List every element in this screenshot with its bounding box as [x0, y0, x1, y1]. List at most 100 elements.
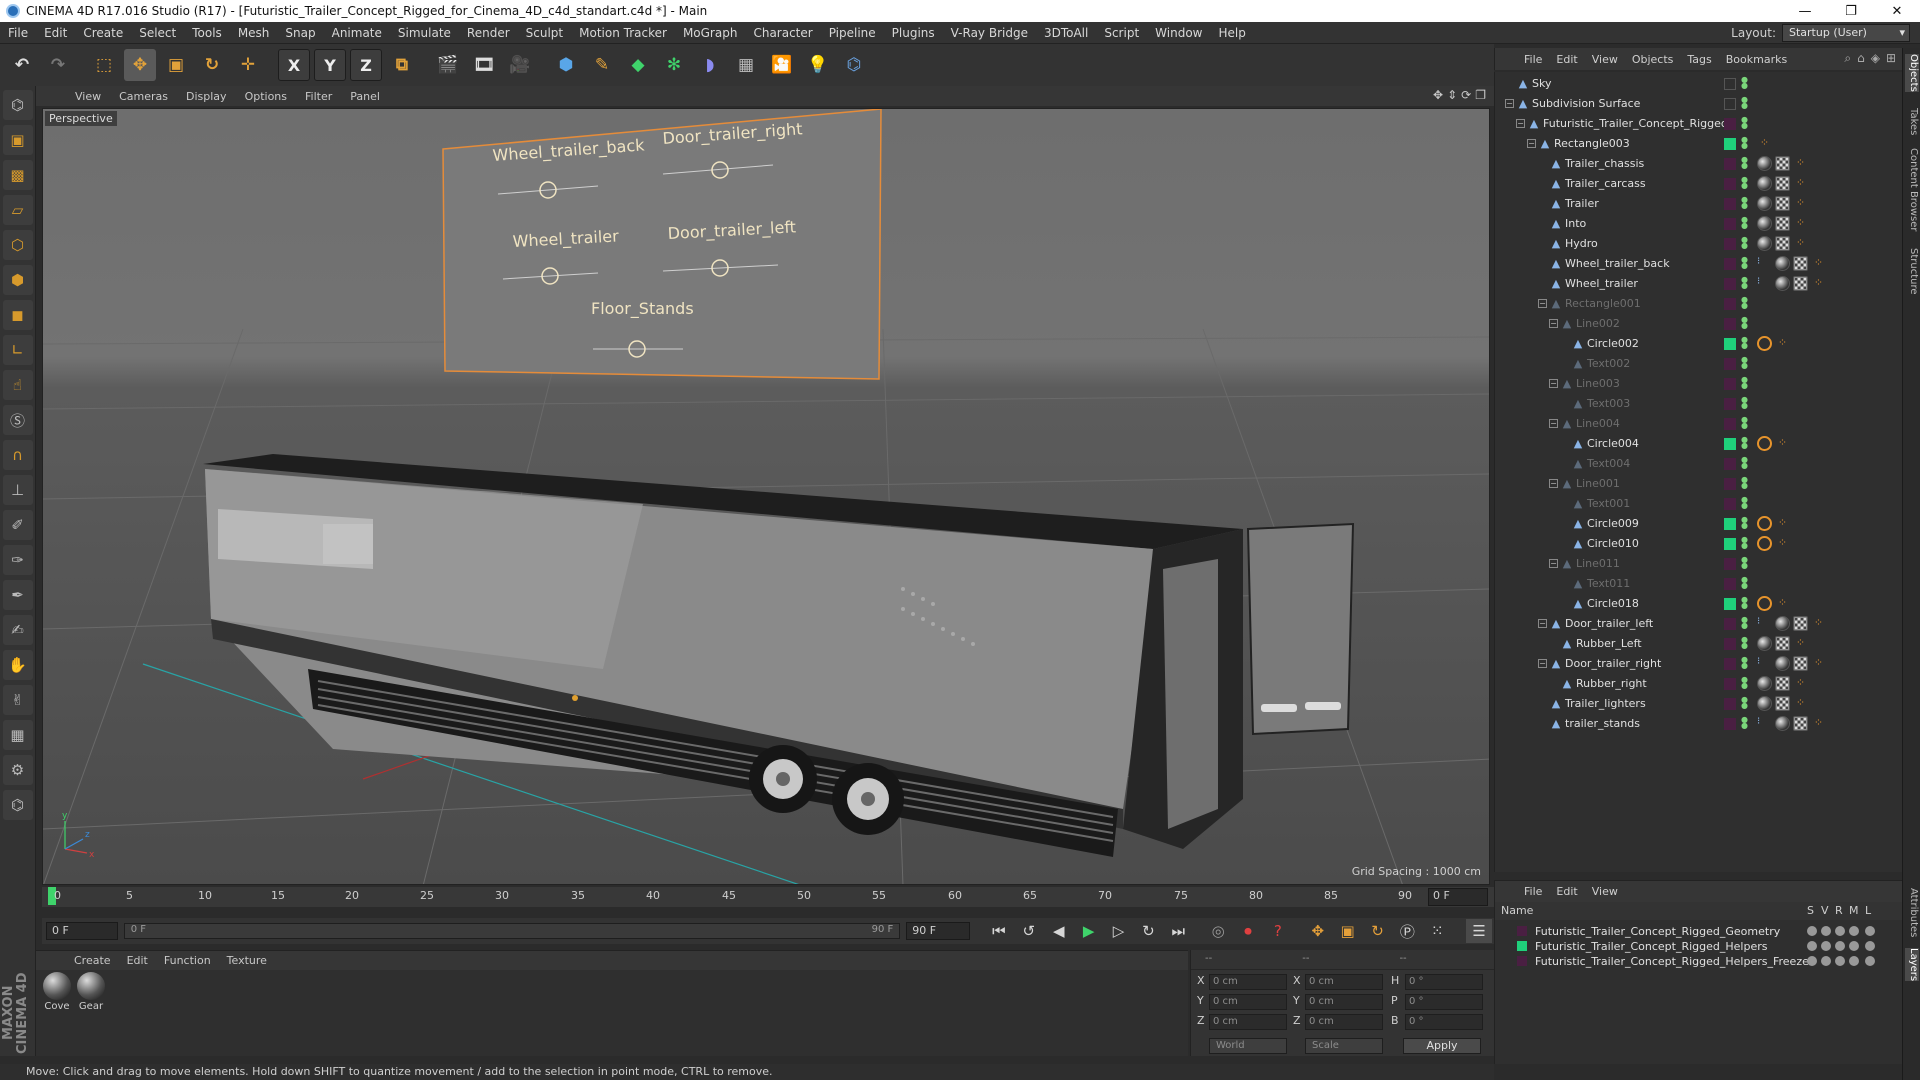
visibility-dots-icon[interactable]: ● ●	[1741, 356, 1748, 370]
axis-mode-icon[interactable]: ∟	[2, 335, 33, 365]
xpresso-tag-icon[interactable]: ⁘	[1793, 636, 1808, 651]
collapse-toggle[interactable]: −	[1549, 479, 1558, 488]
layer-solo-icon[interactable]	[1807, 926, 1817, 936]
object-row[interactable]: − ▲ Line011 ● ●	[1495, 554, 1902, 574]
layer-visible-icon[interactable]	[1821, 941, 1831, 951]
layer-lock-icon[interactable]	[1865, 941, 1875, 951]
menu-sculpt[interactable]: Sculpt	[518, 26, 571, 40]
visibility-dots-icon[interactable]: ● ●	[1741, 576, 1748, 590]
floor-icon[interactable]: ▦	[730, 49, 762, 81]
protection-tag-icon[interactable]	[1757, 436, 1772, 451]
material-tag-icon[interactable]	[1757, 636, 1772, 651]
texture-tag-icon[interactable]	[1775, 196, 1790, 211]
preview-range-slider[interactable]: 0 F 90 F	[123, 923, 901, 939]
material-tag-icon[interactable]	[1757, 176, 1772, 191]
edges-mode-icon[interactable]: ⬢	[2, 265, 33, 295]
layer-color-swatch[interactable]	[1724, 518, 1736, 530]
tab-takes[interactable]: Takes	[1905, 108, 1919, 135]
home-icon[interactable]: ⌂	[1857, 51, 1865, 66]
coordinate-space-dropdown[interactable]: World	[1209, 1038, 1287, 1054]
visibility-dots-icon[interactable]: ● ●	[1741, 636, 1748, 650]
layer-color-swatch[interactable]	[1724, 118, 1736, 130]
menu-window[interactable]: Window	[1147, 26, 1210, 40]
object-row[interactable]: − ▲ Line003 ● ●	[1495, 374, 1902, 394]
visibility-dots-icon[interactable]: ● ●	[1741, 656, 1748, 670]
rotation-b-field[interactable]: 0 °	[1405, 1014, 1483, 1030]
layer-color-swatch[interactable]	[1724, 438, 1736, 450]
om-menu-objects[interactable]: Objects	[1625, 53, 1681, 66]
xpresso-tag-icon[interactable]: ⁘	[1775, 536, 1790, 551]
object-row[interactable]: − ▲ Line004 ● ●	[1495, 414, 1902, 434]
material-swatch[interactable]: Gear	[76, 972, 106, 1012]
visibility-dots-icon[interactable]: ● ●	[1741, 276, 1748, 290]
object-row[interactable]: − ▲ Rectangle001 ● ●	[1495, 294, 1902, 314]
visibility-dots-icon[interactable]: ● ●	[1741, 116, 1748, 130]
next-frame-icon[interactable]: ▷	[1106, 919, 1132, 943]
layer-color-swatch[interactable]	[1724, 658, 1736, 670]
current-frame-readout[interactable]: 0 F	[1428, 888, 1488, 906]
layer-color-swatch[interactable]	[1724, 98, 1736, 110]
redo-icon[interactable]: ↷	[42, 49, 74, 81]
protection-tag-icon[interactable]	[1757, 536, 1772, 551]
visibility-dots-icon[interactable]: ● ●	[1741, 416, 1748, 430]
xpresso-tag-icon[interactable]: ⁘	[1793, 176, 1808, 191]
viewport-menu-panel[interactable]: Panel	[341, 90, 389, 103]
sculpt-pull-icon[interactable]: ✑	[2, 545, 33, 575]
pen-spline-icon[interactable]: ✎	[586, 49, 618, 81]
selection-tag-icon[interactable]: ⁝	[1757, 616, 1772, 631]
xpresso-tag-icon[interactable]: ⁘	[1775, 516, 1790, 531]
xpresso-tag-icon[interactable]: ⁘	[1811, 656, 1826, 671]
protection-tag-icon[interactable]	[1757, 516, 1772, 531]
texture-tag-icon[interactable]	[1775, 676, 1790, 691]
visibility-dots-icon[interactable]: ● ●	[1741, 316, 1748, 330]
om-menu-edit[interactable]: Edit	[1549, 53, 1584, 66]
model-mode-icon[interactable]: ▣	[2, 125, 33, 155]
object-row[interactable]: − ▲ Rectangle003 ● ● ⁘	[1495, 134, 1902, 154]
object-row[interactable]: − ▲ Line001 ● ●	[1495, 474, 1902, 494]
visibility-dots-icon[interactable]: ● ●	[1741, 156, 1748, 170]
menu-script[interactable]: Script	[1096, 26, 1147, 40]
menu-vray-bridge[interactable]: V-Ray Bridge	[943, 26, 1036, 40]
visibility-dots-icon[interactable]: ● ●	[1741, 96, 1748, 110]
layer-menu-file[interactable]: File	[1517, 885, 1549, 898]
new-view-icon[interactable]: ⊞	[1886, 51, 1896, 66]
object-row[interactable]: ▲ Circle010 ● ● ⁘	[1495, 534, 1902, 554]
layer-color-swatch[interactable]	[1517, 941, 1527, 951]
material-tag-icon[interactable]	[1757, 216, 1772, 231]
viewport-menu-options[interactable]: Options	[236, 90, 296, 103]
object-row[interactable]: ▲ Rubber_right ● ● ⁘	[1495, 674, 1902, 694]
collapse-toggle[interactable]: −	[1538, 619, 1547, 628]
visibility-dots-icon[interactable]: ● ●	[1741, 696, 1748, 710]
xpresso-tag-icon[interactable]: ⁘	[1793, 696, 1808, 711]
object-row[interactable]: ▲ Text001 ● ●	[1495, 494, 1902, 514]
gear-icon[interactable]: ⚙	[2, 755, 33, 785]
python-icon[interactable]: ⌬	[838, 49, 870, 81]
menu-select[interactable]: Select	[131, 26, 184, 40]
layer-color-swatch[interactable]	[1724, 478, 1736, 490]
object-row[interactable]: ▲ Circle002 ● ● ⁘	[1495, 334, 1902, 354]
protection-tag-icon[interactable]	[1757, 596, 1772, 611]
material-tag-icon[interactable]	[1775, 616, 1790, 631]
workplane-icon[interactable]: ▱	[2, 195, 33, 225]
xpresso-tag-icon[interactable]: ⁘	[1775, 436, 1790, 451]
visibility-dots-icon[interactable]: ● ●	[1741, 136, 1748, 150]
pan-icon[interactable]: ✥	[1433, 88, 1443, 102]
object-row[interactable]: ▲ Circle009 ● ● ⁘	[1495, 514, 1902, 534]
visibility-dots-icon[interactable]: ● ●	[1741, 396, 1748, 410]
visibility-dots-icon[interactable]: ● ●	[1741, 176, 1748, 190]
menu-pipeline[interactable]: Pipeline	[821, 26, 884, 40]
3d-viewport[interactable]: Wheel_trailer_back Door_trailer_right Wh…	[42, 108, 1490, 885]
visibility-dots-icon[interactable]: ● ●	[1741, 716, 1748, 730]
visibility-dots-icon[interactable]: ● ●	[1741, 616, 1748, 630]
visibility-dots-icon[interactable]: ● ●	[1741, 496, 1748, 510]
render-settings-icon[interactable]: 🎥	[504, 49, 536, 81]
xpresso-tag-icon[interactable]: ⁘	[1811, 256, 1826, 271]
xpresso-tag-icon[interactable]: ⁘	[1793, 156, 1808, 171]
material-menu-texture[interactable]: Texture	[219, 954, 275, 967]
material-tag-icon[interactable]	[1775, 716, 1790, 731]
render-to-picture-viewer-icon[interactable]: 🎞	[468, 49, 500, 81]
key-position-icon[interactable]: ✥	[1305, 919, 1331, 943]
play-forward-icon[interactable]: ▶	[1076, 919, 1102, 943]
menu-snap[interactable]: Snap	[277, 26, 323, 40]
viewport-camera-label[interactable]: Perspective	[45, 111, 117, 126]
